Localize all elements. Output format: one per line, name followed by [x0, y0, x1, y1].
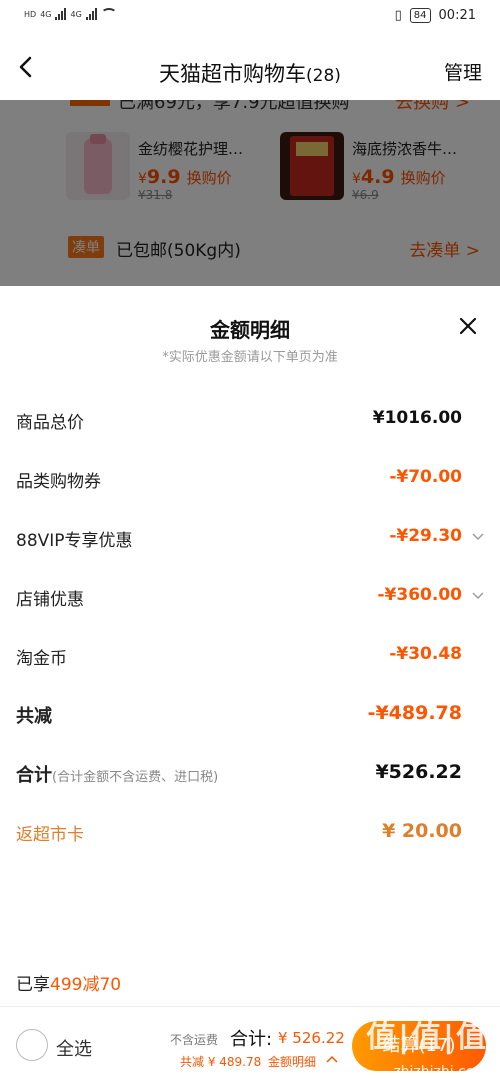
line-88vip-discount[interactable]: 88VIP专享优惠 -¥29.30: [16, 526, 484, 556]
line-value: ¥ 20.00: [382, 820, 462, 842]
line-goods-total: 商品总价 ¥1016.00: [16, 408, 484, 438]
page-title-text: 天猫超市购物车: [159, 62, 307, 86]
chevron-up-icon[interactable]: [326, 1054, 338, 1064]
line-label: 品类购物券: [16, 472, 101, 492]
amount-detail-toggle[interactable]: 金额明细: [268, 1053, 316, 1070]
line-label: 88VIP专享优惠: [16, 531, 133, 551]
total-label: 合计: [16, 765, 52, 786]
line-value: -¥30.48: [389, 644, 462, 664]
total-amount: ¥ 526.22: [278, 1029, 345, 1047]
enjoyed-highlight: 499减70: [50, 975, 122, 995]
status-bar: HD 4G 4G ▯ 84 00:21: [0, 0, 500, 36]
no-shipping-note: 不含运费: [170, 1033, 219, 1047]
manage-button[interactable]: 管理: [444, 58, 482, 85]
line-value: -¥29.30: [389, 526, 462, 546]
signal-icon: [55, 8, 67, 20]
wifi-icon: [100, 8, 117, 20]
page-title: 天猫超市购物车(28): [0, 58, 500, 88]
line-label: 淘金币: [16, 649, 67, 669]
line-grand-total: 合计(合计金额不含运费、进口税) ¥526.22: [16, 761, 484, 791]
line-total-reduction: 共减 -¥489.78: [16, 702, 484, 732]
modal-overlay[interactable]: [0, 100, 500, 286]
line-category-coupon: 品类购物券 -¥70.00: [16, 467, 484, 497]
chevron-down-icon[interactable]: [472, 589, 484, 601]
enjoyed-prefix: 已享: [16, 975, 50, 995]
line-label: 共减: [16, 706, 52, 727]
line-label: 返超市卡: [16, 825, 84, 845]
network-4g-label-2: 4G: [70, 9, 82, 19]
enjoyed-promo: 已享499减70: [16, 970, 121, 995]
status-left: HD 4G 4G: [24, 8, 117, 20]
checkout-button[interactable]: 结算(17): [352, 1021, 486, 1071]
vibrate-icon: ▯: [394, 8, 402, 23]
line-label: 店铺优惠: [16, 590, 84, 610]
chevron-down-icon[interactable]: [472, 530, 484, 542]
line-label: 商品总价: [16, 413, 84, 433]
amount-detail-sheet: 金额明细 *实际优惠金额请以下单页为准 商品总价 ¥1016.00 品类购物券 …: [0, 286, 500, 1006]
total-label: 合计:: [230, 1029, 273, 1050]
select-all-label[interactable]: 全选: [56, 1035, 92, 1061]
total-note: (合计金额不含运费、进口税): [52, 770, 219, 785]
nav-bar: 天猫超市购物车(28) 管理: [0, 36, 500, 100]
cart-count: (28): [306, 66, 341, 86]
line-value: -¥70.00: [389, 467, 462, 487]
sheet-subtitle: *实际优惠金额请以下单页为准: [162, 350, 338, 365]
line-value: ¥526.22: [375, 761, 462, 783]
line-taobao-coins: 淘金币 -¥30.48: [16, 644, 484, 674]
status-right: ▯ 84 00:21: [395, 8, 476, 23]
network-4g-label-1: 4G: [40, 9, 52, 19]
sheet-title: 金额明细: [210, 318, 290, 342]
select-all-radio[interactable]: [16, 1029, 48, 1061]
hd-label: HD: [24, 9, 37, 19]
total-reduction: 共减 ¥ 489.78: [180, 1055, 262, 1069]
battery-icon: 84: [409, 8, 431, 23]
line-value: -¥360.00: [377, 585, 463, 605]
line-label: 合计(合计金额不含运费、进口税): [16, 761, 218, 787]
line-store-discount[interactable]: 店铺优惠 -¥360.00: [16, 585, 484, 615]
line-supermarket-card: 返超市卡 ¥ 20.00: [16, 820, 484, 850]
checkout-bar: 全选 不含运费 合计: ¥ 526.22 共减 ¥ 489.78 金额明细 结算…: [0, 1006, 500, 1084]
signal-icon-2: [85, 8, 97, 20]
line-value: ¥1016.00: [372, 408, 462, 428]
clock: 00:21: [438, 8, 476, 23]
line-value: -¥489.78: [367, 702, 462, 724]
close-icon[interactable]: [458, 316, 478, 336]
